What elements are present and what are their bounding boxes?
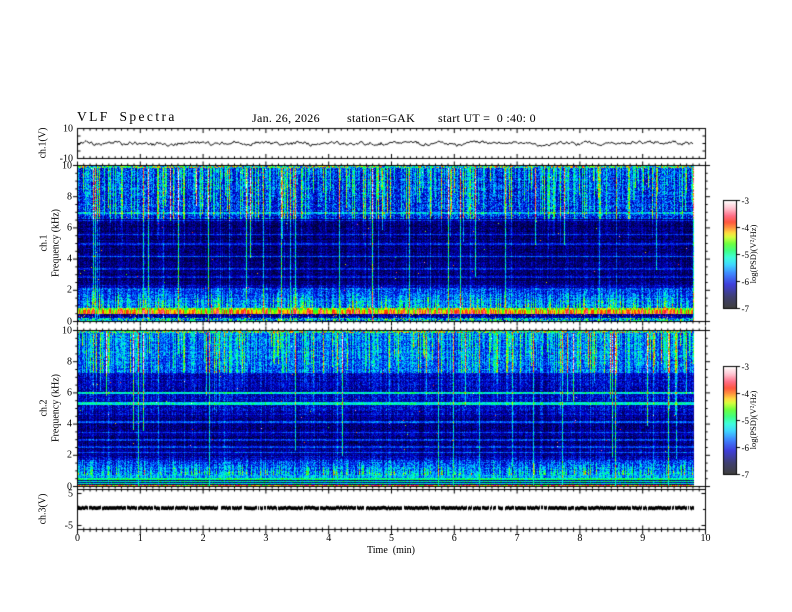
colorbar1-tick-label: -4 — [741, 222, 750, 233]
colorbar2-tick-label: -4 — [741, 388, 750, 399]
time-xtick-label: 3 — [263, 532, 269, 544]
ch1-frequency-axis-label-line1: ch.1 — [38, 234, 50, 252]
colorbar1-tick-label: -3 — [741, 195, 750, 206]
ch3-waveform-ytick-label: 5 — [68, 488, 73, 499]
ch1-spectrogram-ytick-label: 4 — [67, 253, 72, 265]
ch2-spectrogram-ytick-label: 2 — [67, 449, 72, 461]
time-axis-label: Time (min) — [367, 545, 415, 556]
time-xtick-label: 1 — [137, 532, 143, 544]
figure-title: VLF Spectra — [77, 109, 177, 124]
time-xtick-label: 10 — [700, 532, 711, 544]
ch1-spectrogram-ytick-label: 2 — [67, 284, 72, 296]
time-xtick-label: 5 — [389, 532, 394, 544]
ch2-spectrogram-ytick-label: 10 — [62, 325, 72, 336]
colorbar2-tick-label: -7 — [741, 469, 750, 480]
colorbar1-tick-label: -7 — [741, 303, 750, 314]
time-xtick-label: 2 — [200, 532, 206, 544]
time-xtick-label: 9 — [640, 532, 646, 544]
ch2-spectrogram-ytick-label: 8 — [67, 356, 72, 368]
time-xtick-label: 6 — [451, 532, 457, 544]
colorbar1-label: log(PSD)(V²/Hz) — [748, 224, 758, 284]
plot-canvas — [0, 0, 792, 612]
ch1-frequency-axis-label-line2: Frequency (kHz) — [50, 208, 61, 278]
ch2-frequency-axis-label: ch.2 Frequency (kHz) — [39, 374, 62, 442]
time-xtick-label: 7 — [514, 532, 520, 544]
ch2-spectrogram-ytick-label: 4 — [67, 418, 72, 430]
colorbar2-tick-label: -5 — [741, 415, 750, 426]
station-label: station=GAK — [347, 111, 416, 125]
ch2-frequency-axis-label-line2: Frequency (kHz) — [50, 373, 61, 443]
colorbar2-tick-label: -3 — [741, 361, 750, 372]
colorbar1-tick-label: -6 — [741, 276, 750, 287]
ch3-voltage-axis-label: ch.3(V) — [37, 493, 49, 525]
date-label: Jan. 26, 2026 — [252, 111, 320, 125]
colorbar2-label: log(PSD)(V²/Hz) — [748, 390, 758, 450]
time-xtick-label: 8 — [577, 532, 583, 544]
ch2-frequency-axis-label-line1: ch.2 — [38, 399, 50, 417]
ch1-waveform-ytick-label: 10 — [63, 123, 73, 134]
ch1-frequency-axis-label: ch.1 Frequency (kHz) — [39, 209, 62, 277]
ch2-spectrogram-ytick-label: 6 — [67, 387, 72, 399]
time-xtick-label: 0 — [75, 532, 80, 544]
start-ut-label: start UT = 0 :40: 0 — [438, 111, 536, 125]
vlf-spectra-figure: VLF Spectra Jan. 26, 2026 station=GAK st… — [0, 0, 792, 612]
colorbar1-tick-label: -5 — [741, 249, 750, 260]
ch1-voltage-axis-label: ch.1(V) — [37, 127, 49, 159]
ch1-spectrogram-ytick-label: 8 — [67, 191, 72, 203]
ch1-spectrogram-ytick-label: 6 — [67, 222, 72, 234]
colorbar2-tick-label: -6 — [741, 442, 750, 453]
ch3-waveform-ytick-label: -5 — [64, 520, 73, 531]
time-xtick-label: 4 — [326, 532, 332, 544]
ch1-spectrogram-ytick-label: 10 — [62, 160, 72, 171]
